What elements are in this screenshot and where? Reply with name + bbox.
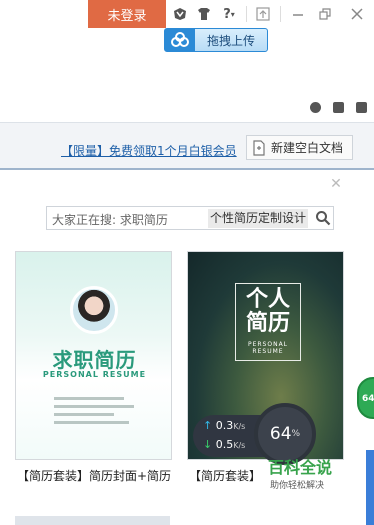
card-detail-lines [54,397,134,429]
clock-icon[interactable] [310,102,321,113]
download-arrow-icon: ↓ [203,438,213,451]
restore-icon[interactable] [316,5,334,23]
card-caption[interactable]: 【简历套装】简历封面+简历 [17,467,172,484]
divider [280,6,281,22]
card-subtitle: PERSONAL RESUME [42,370,147,379]
download-icon[interactable] [356,102,367,113]
memory-gauge[interactable]: 64% [254,403,316,465]
cloud-icon [165,29,195,51]
watermark-subtitle: 助你轻松解决 [270,481,325,491]
card-subtitle: PERSONAL RESUME [247,341,289,355]
new-blank-doc-button[interactable]: 新建空白文档 [246,135,353,160]
help-icon[interactable]: ? ▾ [218,5,240,23]
divider [246,6,247,22]
new-document-icon [247,136,271,159]
search-box[interactable]: 大家正在搜: 求职简历 个性简历定制设计 [46,206,334,230]
ball-value: 64 [362,394,374,404]
document-icon[interactable] [333,102,344,113]
watermark: 百科全说 助你轻松解决 [258,458,338,498]
panel-close-icon[interactable]: ✕ [329,177,343,191]
app-icon[interactable] [171,5,189,23]
next-card-preview [15,516,170,525]
card-title: 求职简历 [52,348,137,372]
upload-speed-unit: K/s [233,422,246,431]
upload-speed: ↑ 0.3K/s [203,419,245,432]
search-suggestion-tag[interactable]: 个性简历定制设计 [208,209,309,228]
card-title: 个人简历 [245,287,290,336]
gauge-percent-sign: % [291,429,301,439]
upload-arrow-icon: ↑ [203,419,213,432]
search-icon[interactable] [315,210,331,226]
upload-label: 拖拽上传 [206,33,255,48]
app-window: 未登录 ? ▾ 拖拽上传 【限量】免费领取1个月白银会员 新建空白文档 ✕ 大家… [0,0,374,525]
new-doc-label: 新建空白文档 [271,141,344,155]
drag-upload-button[interactable]: 拖拽上传 [164,28,268,52]
download-speed: ↓ 0.5K/s [203,438,245,451]
watermark-title: 百科全说 [268,458,333,477]
side-strip [366,450,374,525]
help-glyph: ? [223,6,231,22]
toolbar: 【限量】免费领取1个月白银会员 新建空白文档 [0,122,374,170]
mini-mode-icon[interactable] [254,5,272,23]
skin-icon[interactable] [195,5,213,23]
download-speed-unit: K/s [233,441,246,450]
vip-promo-link[interactable]: 【限量】免费领取1个月白银会员 [61,142,237,159]
close-icon[interactable] [348,5,366,23]
upload-speed-value: 0.3 [215,419,234,432]
minimize-icon[interactable] [289,5,307,23]
card-caption[interactable]: 【简历套装】 [189,467,259,484]
search-input[interactable]: 大家正在搜: 求职简历 [52,211,168,228]
download-speed-value: 0.5 [215,438,234,451]
avatar [70,286,118,334]
template-card-1[interactable]: 求职简历 PERSONAL RESUME [15,251,172,460]
title-bar: 未登录 ? ▾ [0,0,374,28]
floating-accelerator-ball[interactable]: 64 [357,377,374,419]
login-button[interactable]: 未登录 [88,0,166,28]
gauge-value: 64 [269,424,292,444]
